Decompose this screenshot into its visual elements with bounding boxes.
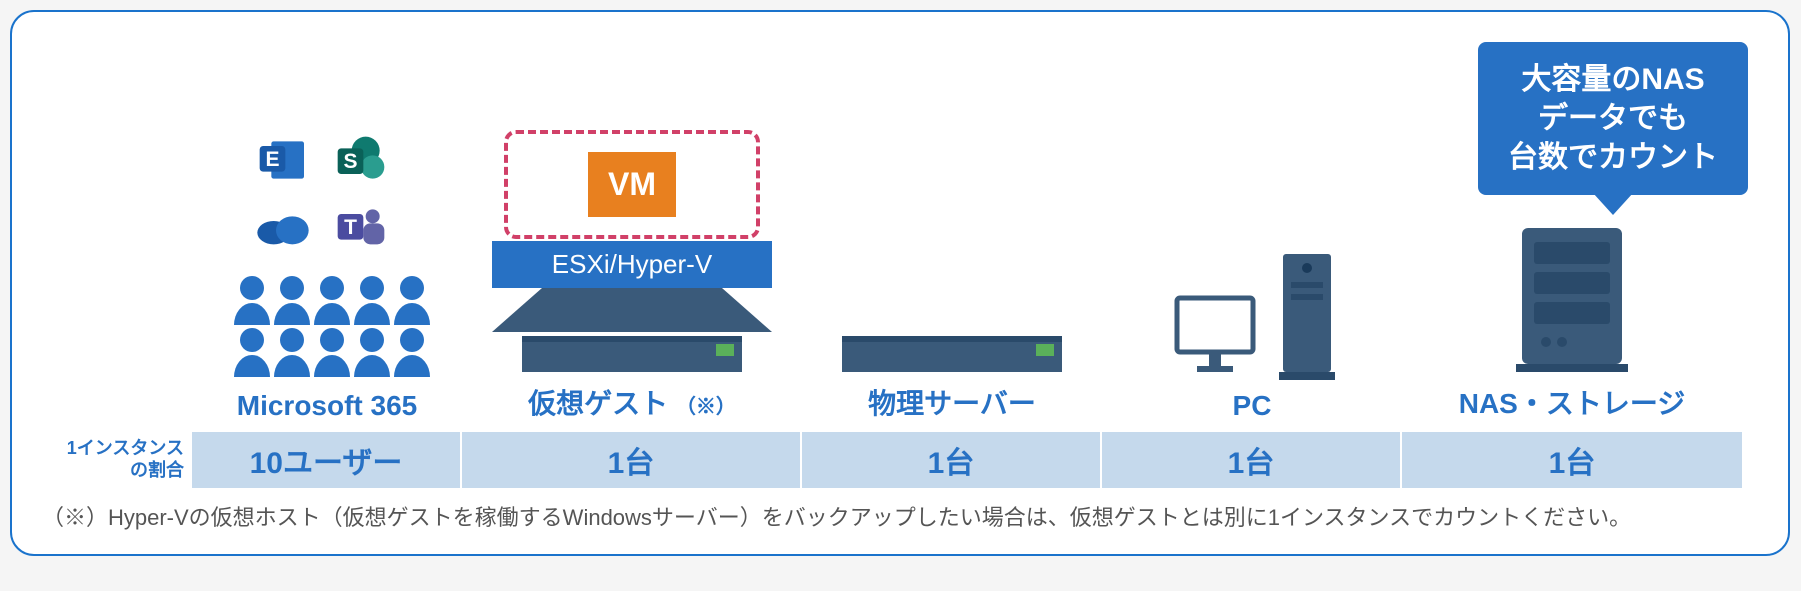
virtual-title: 仮想ゲスト （※）: [528, 382, 736, 422]
ratio-label-line2: の割合: [130, 460, 184, 480]
callout-line: 大容量のNAS: [1508, 60, 1718, 99]
trapezoid-icon: [492, 288, 772, 332]
rack-server-icon: [842, 336, 1062, 372]
users-icon: [222, 270, 432, 380]
teams-icon: T: [331, 198, 391, 258]
virtual-title-note: （※）: [676, 396, 736, 418]
svg-text:E: E: [265, 148, 279, 171]
nas-callout: 大容量のNAS データでも 台数でカウント: [1478, 42, 1748, 195]
sharepoint-icon: S: [331, 130, 391, 190]
ratio-label-line1: 1インスタンス: [67, 438, 184, 458]
col-pc: PC: [1102, 32, 1402, 422]
footnote: （※）Hyper-Vの仮想ホスト（仮想ゲストを稼働するWindowsサーバー）を…: [42, 503, 1758, 534]
vm-label: VM: [588, 152, 676, 217]
pc-title: PC: [1233, 390, 1272, 422]
m365-app-icons: E S T: [253, 130, 401, 258]
svg-text:S: S: [343, 150, 357, 173]
col-m365: E S T: [192, 32, 462, 422]
vm-dashed-box: VM: [504, 130, 760, 239]
ratio-nas: 1台: [1402, 432, 1742, 488]
virtual-title-text: 仮想ゲスト: [528, 388, 668, 419]
hypervisor-label: ESXi/Hyper-V: [492, 241, 772, 288]
col-physical: 物理サーバー: [802, 32, 1102, 422]
ratio-pc: 1台: [1102, 432, 1402, 488]
nas-icon: [1512, 222, 1632, 372]
nas-title: NAS・ストレージ: [1459, 382, 1686, 422]
ratio-virtual: 1台: [462, 432, 802, 488]
exchange-icon: E: [253, 130, 313, 190]
rack-server-icon: [522, 336, 742, 372]
ratio-physical: 1台: [802, 432, 1102, 488]
svg-text:T: T: [344, 216, 357, 239]
onedrive-icon: [253, 198, 313, 258]
physical-title: 物理サーバー: [868, 382, 1036, 422]
callout-line: データでも: [1508, 99, 1718, 138]
ratio-row-label: 1インスタンス の割合: [42, 438, 192, 481]
pc-icon: [1169, 250, 1335, 380]
diagram-container: 大容量のNAS データでも 台数でカウント E S T: [10, 10, 1790, 556]
vm-stack: VM ESXi/Hyper-V: [462, 130, 802, 372]
m365-title: Microsoft 365: [237, 390, 418, 422]
ratio-row: 1インスタンス の割合 10ユーザー 1台 1台 1台 1台: [42, 432, 1758, 488]
callout-line: 台数でカウント: [1508, 138, 1718, 177]
ratio-m365: 10ユーザー: [192, 432, 462, 488]
col-virtual: VM ESXi/Hyper-V 仮想ゲスト （※）: [462, 32, 802, 422]
